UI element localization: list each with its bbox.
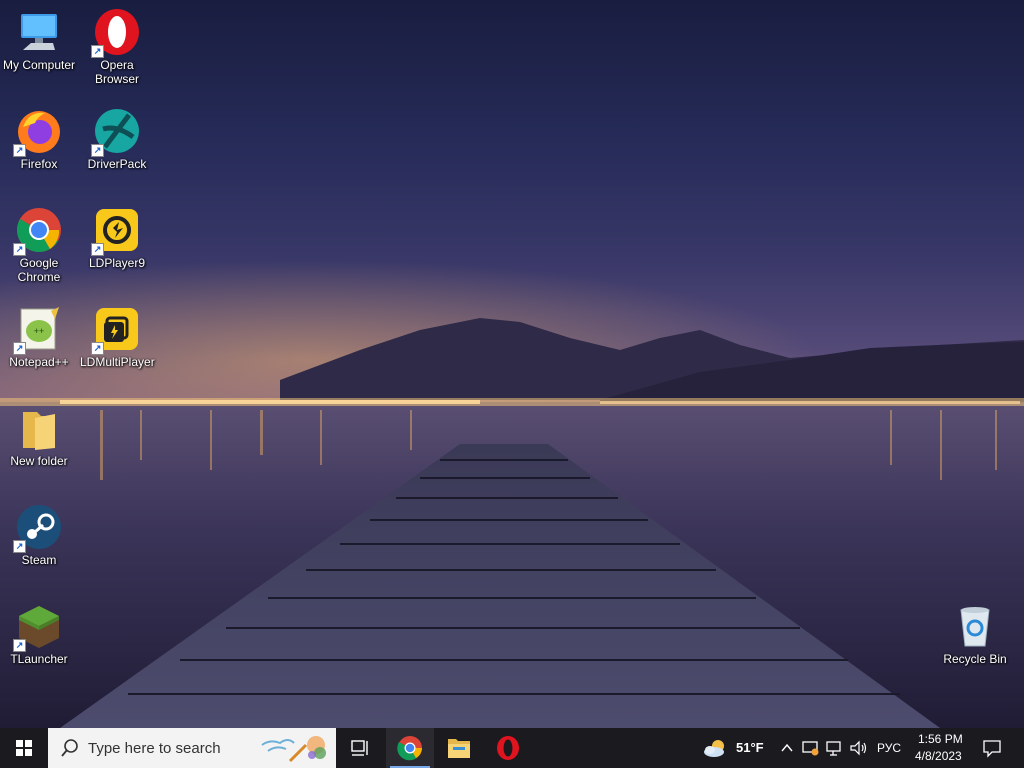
desktop-icon-label: LDMultiPlayer: [80, 355, 155, 369]
desktop-icon-label: LDPlayer9: [88, 256, 146, 270]
desktop-icon-notepad-plus-plus[interactable]: ++ ↗ Notepad++: [0, 299, 78, 369]
desktop-icon-google-chrome[interactable]: ↗ Google Chrome: [0, 200, 78, 284]
desktop-icon-label: My Computer: [2, 58, 76, 72]
notepad-plus-plus-icon: ++ ↗: [13, 305, 63, 355]
desktop-icon-firefox[interactable]: ↗ Firefox: [0, 101, 78, 171]
display-icon[interactable]: [825, 739, 843, 757]
driverpack-icon: ↗: [91, 107, 141, 157]
folder-icon: [15, 404, 63, 452]
desktop-icon-new-folder[interactable]: New folder: [0, 398, 78, 468]
clock-date: 4/8/2023: [915, 749, 962, 763]
input-language-indicator[interactable]: РУС: [877, 741, 901, 755]
desktop-icon-ldplayer9[interactable]: ↗ LDPlayer9: [78, 200, 156, 270]
shortcut-arrow-icon: ↗: [13, 243, 26, 256]
desktop-icon-label: Firefox: [20, 157, 58, 171]
desktop-icon-recycle-bin[interactable]: Recycle Bin: [936, 596, 1014, 666]
desktop-icon-my-computer[interactable]: My Computer: [0, 2, 78, 72]
desktop-icon-label: Steam: [21, 553, 57, 567]
chrome-icon: [397, 736, 422, 761]
start-button[interactable]: [0, 728, 48, 768]
shortcut-arrow-icon: ↗: [13, 540, 26, 553]
svg-text:++: ++: [34, 326, 45, 336]
desktop-icon-driverpack[interactable]: ↗ DriverPack: [78, 101, 156, 171]
taskbar-opera-button[interactable]: [484, 728, 532, 768]
partly-cloudy-icon[interactable]: [702, 737, 730, 759]
task-view-icon: [351, 740, 368, 756]
desktop-icon-ldmultiplayer[interactable]: ↗ LDMultiPlayer: [78, 299, 156, 369]
shortcut-arrow-icon: ↗: [91, 243, 104, 256]
network-warning-icon[interactable]: [801, 739, 819, 757]
desktop-icon-opera-browser[interactable]: ↗ Opera Browser: [78, 2, 156, 86]
desktop-icon-label: DriverPack: [87, 157, 147, 171]
desktop-icon-tlauncher[interactable]: ↗ TLauncher: [0, 596, 78, 666]
weather-temperature[interactable]: 51°F: [736, 740, 764, 755]
shortcut-arrow-icon: ↗: [13, 342, 26, 355]
windows-logo-icon: [16, 740, 32, 756]
shortcut-arrow-icon: ↗: [91, 144, 104, 157]
clock[interactable]: 1:56 PM 4/8/2023: [908, 728, 970, 768]
shortcut-arrow-icon: ↗: [91, 45, 104, 58]
ldmultiplayer-icon: ↗: [91, 305, 141, 355]
desktop-icon-label: New folder: [10, 454, 68, 468]
opera-icon: [497, 736, 519, 760]
steam-icon: ↗: [13, 503, 63, 553]
ldplayer-icon: ↗: [91, 206, 141, 256]
taskbar: Type here to search 51°F РУС 1:56 PM 4/8…: [0, 728, 1024, 768]
volume-icon[interactable]: [849, 739, 869, 757]
recycle-bin-icon: [951, 602, 999, 650]
desktop-icon-steam[interactable]: ↗ Steam: [0, 497, 78, 567]
desktop-icon-label: Google Chrome: [17, 256, 61, 284]
chrome-icon: ↗: [13, 206, 63, 256]
desktop-icon-label: Opera Browser: [94, 58, 139, 86]
search-icon: [61, 739, 78, 757]
taskbar-search-box[interactable]: Type here to search: [48, 728, 336, 768]
grass-block-icon: ↗: [13, 602, 63, 652]
shortcut-arrow-icon: ↗: [13, 639, 26, 652]
notifications-icon[interactable]: [982, 738, 1002, 758]
clock-time: 1:56 PM: [918, 732, 963, 746]
desktop-icon-label: Recycle Bin: [943, 652, 1007, 666]
taskbar-chrome-button[interactable]: [386, 728, 434, 768]
desktop-icon-label: TLauncher: [10, 652, 68, 666]
shortcut-arrow-icon: ↗: [13, 144, 26, 157]
taskbar-file-explorer-button[interactable]: [435, 728, 483, 768]
firefox-icon: ↗: [13, 107, 63, 157]
opera-icon: ↗: [91, 8, 141, 58]
task-view-button[interactable]: [336, 728, 384, 768]
shortcut-arrow-icon: ↗: [91, 342, 104, 355]
monitor-icon: [15, 8, 63, 56]
desktop-icon-label: Notepad++: [9, 355, 69, 369]
file-explorer-icon: [448, 739, 470, 758]
search-highlight-doodle-icon: [261, 736, 326, 763]
search-placeholder: Type here to search: [88, 740, 221, 757]
show-hidden-icons-chevron-icon[interactable]: [780, 741, 794, 755]
